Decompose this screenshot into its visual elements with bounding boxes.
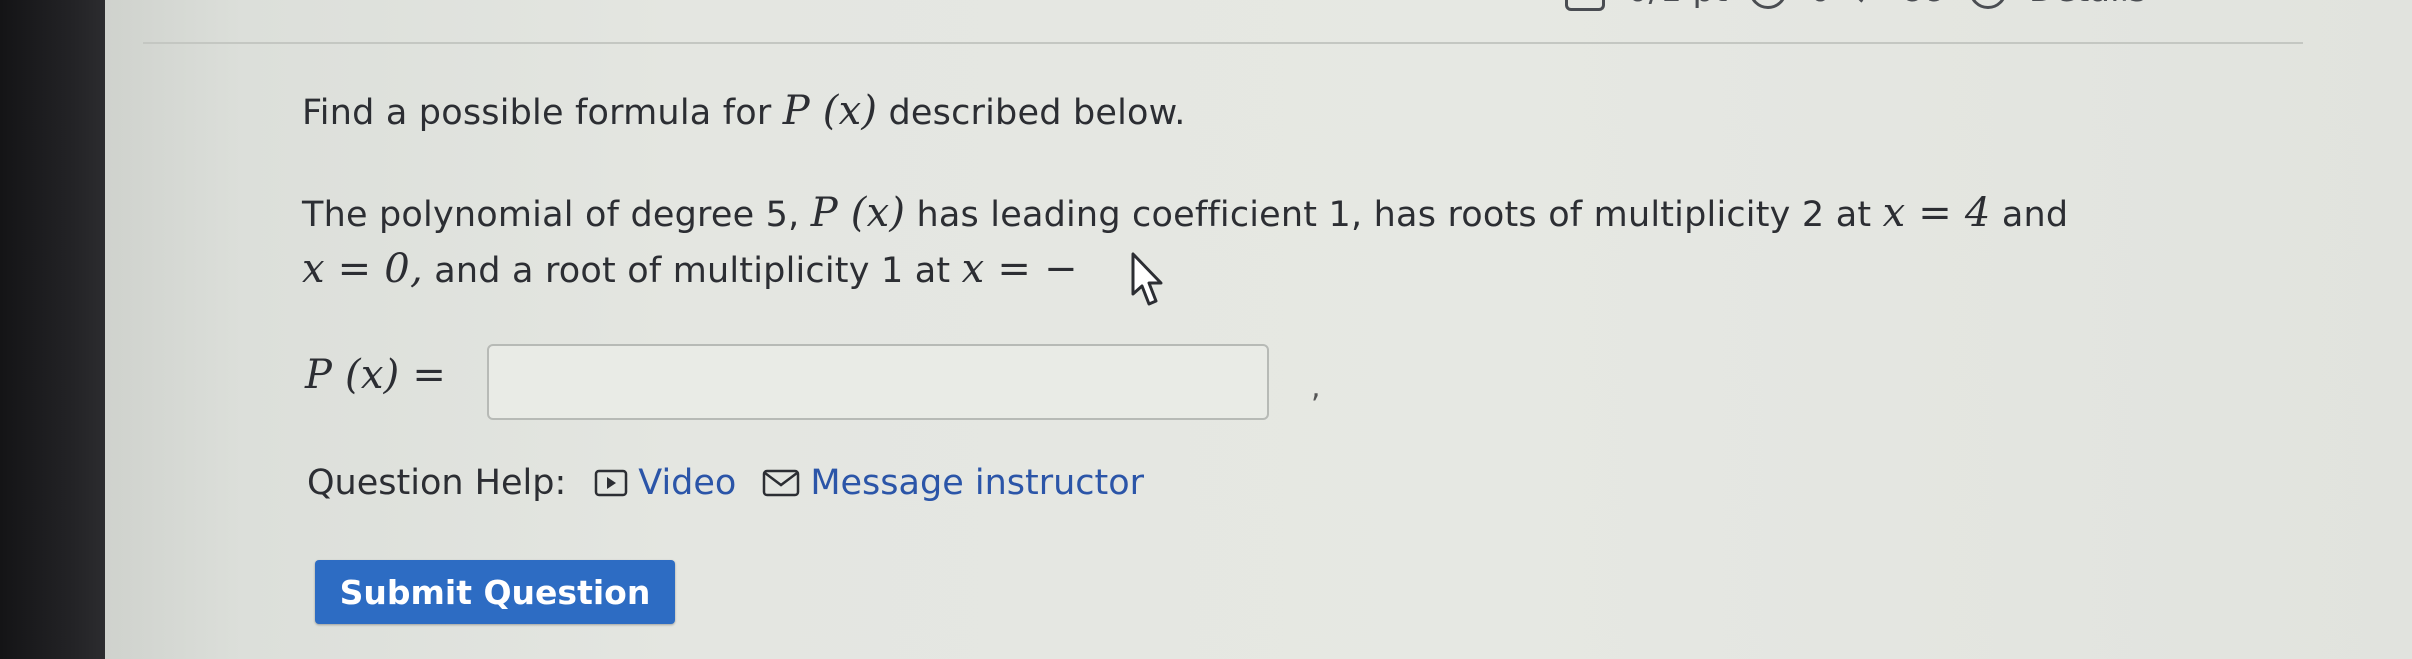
mouse-pointer-icon — [1131, 252, 1163, 306]
line1-middle: has leading coefficient 1, has roots of … — [916, 195, 1872, 235]
attempts-icon: ⇄ — [1853, 0, 1882, 10]
answer-label-text: P (x) = — [305, 352, 447, 398]
question-help-label: Question Help: — [307, 463, 567, 503]
question-page: 0/1 pt 0 ⇄ 99 Details Find a possible fo… — [105, 0, 2412, 659]
question-text-line-1: The polynomial of degree 5, P (x) has le… — [302, 190, 2068, 236]
answer-input[interactable] — [487, 344, 1269, 420]
question-text-line-2: x = 0, and a root of multiplicity 1 at x… — [302, 246, 1078, 292]
points-text: 0/1 pt — [1627, 0, 1727, 10]
prompt-prefix: Find a possible formula for — [302, 93, 772, 133]
question-header: 0/1 pt 0 ⇄ 99 Details — [1565, 0, 2147, 11]
monitor-bezel — [0, 0, 105, 659]
line1-start: The polynomial of degree 5, — [302, 195, 800, 235]
details-icon[interactable] — [1968, 0, 2007, 9]
retries-text: 0 — [1809, 0, 1831, 10]
root-four: x = 4 — [1882, 190, 1991, 236]
video-icon — [595, 469, 628, 497]
prompt-suffix: described below. — [888, 93, 1186, 133]
question-prompt: Find a possible formula for P (x) descri… — [302, 88, 1186, 134]
submit-question-button[interactable]: Submit Question — [315, 560, 675, 624]
answer-trailing-comma: , — [1311, 370, 1321, 405]
video-link[interactable]: Video — [594, 463, 736, 503]
header-divider — [143, 42, 2303, 44]
attempts-text: 99 — [1904, 0, 1947, 10]
details-link[interactable]: Details — [2029, 0, 2147, 10]
root-third: x = − — [961, 246, 1078, 292]
score-icon — [1565, 0, 1605, 11]
root-zero: x = 0, — [302, 246, 423, 292]
message-instructor-link[interactable]: Message instructor — [762, 463, 1144, 503]
line1-function: P (x) — [810, 190, 906, 236]
envelope-icon — [763, 469, 800, 497]
retry-icon[interactable] — [1749, 0, 1788, 9]
question-help: Question Help: Video Message instructor — [307, 463, 1170, 503]
message-instructor-label[interactable]: Message instructor — [810, 463, 1144, 503]
line2-text: and a root of multiplicity 1 at — [434, 251, 951, 291]
line1-and: and — [2001, 195, 2069, 235]
video-link-label[interactable]: Video — [638, 463, 736, 503]
answer-label: P (x) = — [305, 352, 446, 398]
prompt-function: P (x) — [782, 88, 878, 134]
